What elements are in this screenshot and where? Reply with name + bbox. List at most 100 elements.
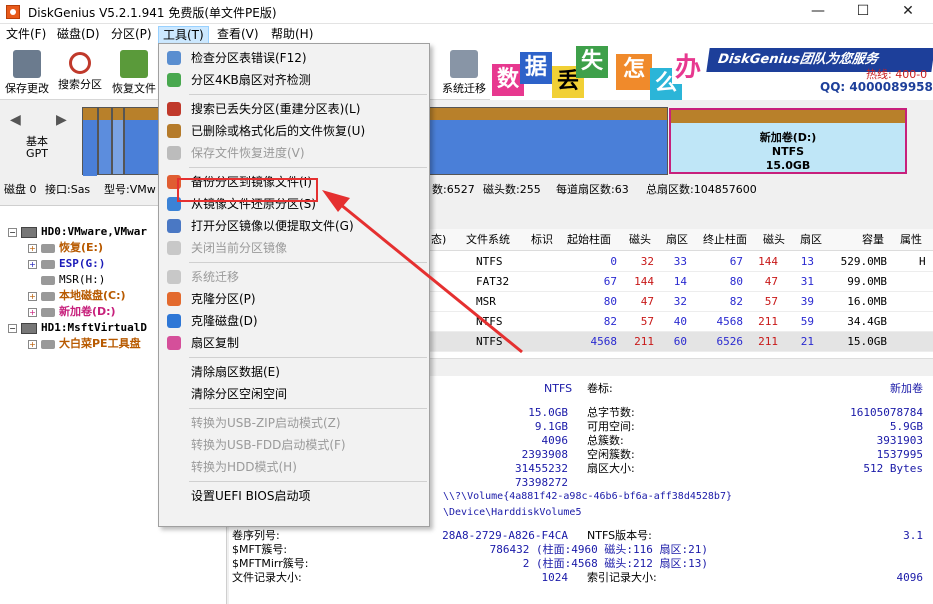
tools-dropdown-menu: 检查分区表错误(F12) 分区4KB扇区对齐检测 搜索已丢失分区(重建分区表)(L)… [158,43,430,527]
menu-item-label: 保存文件恢复进度(V) [191,146,305,160]
tree-partition-selected[interactable]: + 新加卷(D:) [28,304,116,320]
partition-block[interactable] [82,107,98,176]
partition-icon [41,259,55,269]
col-header: 磁头 [763,233,785,246]
table-cell: 6526 [716,335,744,348]
partition-block-c-rest[interactable] [430,107,668,175]
detail-key: 总字节数: [587,406,635,419]
menu-item-label: 扇区复制 [191,336,240,350]
col-header: 态) [431,233,447,246]
menu-item-erase-sector[interactable]: 清除扇区数据(E) [160,361,428,383]
menu-disk[interactable]: 磁盘(D) [53,26,104,44]
tree-partition[interactable]: +MSR(H:) [28,272,105,288]
maximize-button[interactable]: ☐ [840,0,886,24]
tree-partition-label: 本地磁盘(C:) [59,289,126,302]
menu-help[interactable]: 帮助(H) [267,26,317,44]
menu-item-recover-file[interactable]: 已删除或格式化后的文件恢复(U) [160,120,428,142]
close-button[interactable]: ✕ [885,0,931,24]
table-cell: 529.0MB [840,255,887,268]
recover-files-button[interactable]: 恢复文件 [107,48,161,98]
detail-value: 16105078784 [850,406,923,419]
detail-key: 可用空间: [587,420,635,433]
detail-value: 5.9GB [889,420,923,433]
menu-item-clone-partition[interactable]: 克隆分区(P) [160,288,428,310]
detail-key: NTFS版本号: [587,529,652,542]
menu-item-label: 检查分区表错误(F12) [191,51,307,65]
table-cell: 59 [800,315,814,328]
detail-value: 4096 [541,434,569,447]
recover-icon [120,50,148,78]
ad-banner[interactable]: 数 据 丢 失 怎 么 办 DiskGenius团队为您服务 热线: 400-0… [490,44,933,100]
table-cell: 33 [673,255,687,268]
tree-disk-hd1[interactable]: − HD1:MsftVirtualD [8,320,147,336]
banner-char: 办 [672,52,704,84]
menu-item-check[interactable]: 检查分区表错误(F12) [160,47,428,69]
title-bar: DiskGenius V5.2.1.941 免费版(单文件PE版) — ☐ ✕ [0,0,933,24]
menu-item-clone-disk[interactable]: 克隆磁盘(D) [160,310,428,332]
recover-files-label: 恢复文件 [112,82,156,95]
detail-value: 28A8-2729-A826-F4CA [442,529,568,542]
detail-key: 卷序列号: [232,529,280,542]
tree-partition-label: 恢复(E:) [59,241,103,254]
table-cell: 40 [673,315,687,328]
table-cell: 39 [800,295,814,308]
menu-item-label: 转换为USB-FDD启动模式(F) [191,438,346,452]
tree-partition[interactable]: + ESP(G:) [28,256,105,272]
menu-item-hdd-mode: 转换为HDD模式(H) [160,456,428,478]
table-cell: 32 [640,255,654,268]
hdd-icon [21,322,37,334]
menu-item-uefi[interactable]: 设置UEFI BIOS启动项 [160,485,428,507]
detail-value: 73398272 [515,476,568,489]
partition-block[interactable] [112,107,124,175]
check-icon [167,51,181,65]
tree-partition[interactable]: + 大白菜PE工具盘 [28,336,141,352]
migrate-icon [167,270,181,284]
menu-partition[interactable]: 分区(P) [107,26,156,44]
partition-d-fs: NTFS [771,145,805,158]
menu-item-label: 系统迁移 [191,270,240,284]
menu-item-search-lost[interactable]: 搜索已丢失分区(重建分区表)(L) [160,98,428,120]
detail-value: 1024 [541,571,569,584]
menu-tools[interactable]: 工具(T) [158,26,209,44]
menu-item-sector-copy[interactable]: 扇区复制 [160,332,428,354]
menu-item-erase-free[interactable]: 清除分区空闲空间 [160,383,428,405]
banner-qq: QQ: 4000089958( [820,80,933,94]
partition-block[interactable] [98,107,112,175]
minimize-button[interactable]: — [795,0,841,24]
partition-d-size: 15.0GB [765,159,811,172]
col-header: 终止柱面 [703,233,747,246]
system-migrate-button[interactable]: 系统迁移 [437,48,491,98]
menu-file[interactable]: 文件(F) [2,26,50,44]
tree-disk-hd0[interactable]: − HD0:VMware,VMwar [8,224,147,240]
prev-disk-icon[interactable]: ◀ [10,112,21,128]
table-cell: 144 [634,275,654,288]
disk-interface: 接口:Sas [45,183,91,196]
partition-icon [41,291,55,301]
next-disk-icon[interactable]: ▶ [56,112,67,128]
menu-bar: 文件(F) 磁盘(D) 分区(P) 工具(T) 查看(V) 帮助(H) [0,24,933,44]
menu-item-open-image[interactable]: 打开分区镜像以便提取文件(G) [160,215,428,237]
tree-partition[interactable]: + 恢复(E:) [28,240,103,256]
save-changes-button[interactable]: 保存更改 [0,48,54,98]
table-cell: 82 [603,315,617,328]
table-cell: 60 [673,335,687,348]
detail-key: 文件记录大小: [232,571,302,584]
tree-partition-label: 大白菜PE工具盘 [59,337,141,350]
detail-value: 9.1GB [534,420,568,433]
col-header: 起始柱面 [567,233,611,246]
tree-disk-label: HD0:VMware,VMwar [41,225,147,238]
disk-style: GPT [26,147,48,160]
menu-view[interactable]: 查看(V) [213,26,263,44]
tree-partition[interactable]: + 本地磁盘(C:) [28,288,126,304]
tree-disk-label: HD1:MsftVirtualD [41,321,147,334]
search-partition-button[interactable]: 搜索分区 [53,48,107,98]
menu-item-label: 清除分区空闲空间 [191,387,288,401]
menu-item-align[interactable]: 分区4KB扇区对齐检测 [160,69,428,91]
close-image-icon [167,241,181,255]
detail-fs: NTFS [544,382,573,395]
detail-device-path: \Device\HarddiskVolume5 [443,507,582,518]
menu-separator [189,357,427,358]
partition-icon [41,339,55,349]
table-cell: NTFS [476,255,503,268]
partition-block-d[interactable]: 新加卷(D:) NTFS 15.0GB [669,108,907,174]
